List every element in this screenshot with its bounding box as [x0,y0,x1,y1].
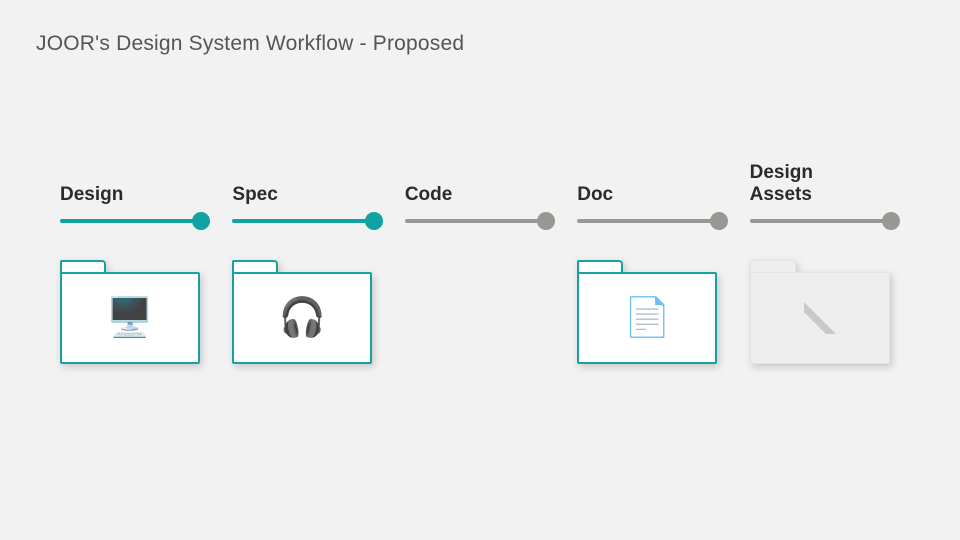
progress-bar [577,219,711,223]
progress-bar [750,219,884,223]
progress-dot-icon [882,212,900,230]
progress-dot-icon [710,212,728,230]
folder-slot: 📄 [577,260,727,370]
folder-slot: 🖥️ [60,260,210,370]
folder-slot: 🎧 [232,260,382,370]
progress-dot-icon [365,212,383,230]
stage-doc: Doc 📄 [577,160,727,370]
stage-label: Design Assets [750,160,813,206]
stage-design-assets: Design Assets [750,160,900,370]
folder-design: 🖥️ [60,260,200,364]
progress-segment [232,212,382,230]
folder-slot [750,260,900,370]
workflow-stages: Design 🖥️ Spec 🎧 [60,160,900,370]
progress-bar [60,219,194,223]
progress-segment [405,212,555,230]
progress-bar [405,219,539,223]
folder-slot-empty [405,260,555,370]
progress-segment [750,212,900,230]
stage-label: Spec [232,160,277,206]
folder-doc: 📄 [577,260,717,364]
page-title: JOOR's Design System Workflow - Proposed [36,32,464,56]
triangle-ruler-icon [800,298,840,338]
headphones-icon: 🎧 [279,299,326,337]
progress-dot-icon [537,212,555,230]
monitor-icon: 🖥️ [106,299,153,337]
folder-assets [750,260,890,364]
stage-spec: Spec 🎧 [232,160,382,370]
progress-segment [577,212,727,230]
stage-label: Doc [577,160,613,206]
progress-dot-icon [192,212,210,230]
document-icon: 📄 [624,299,671,337]
stage-code: Code [405,160,555,370]
progress-bar [232,219,366,223]
folder-spec: 🎧 [232,260,372,364]
stage-label: Design [60,160,123,206]
stage-label: Code [405,160,453,206]
progress-segment [60,212,210,230]
stage-design: Design 🖥️ [60,160,210,370]
